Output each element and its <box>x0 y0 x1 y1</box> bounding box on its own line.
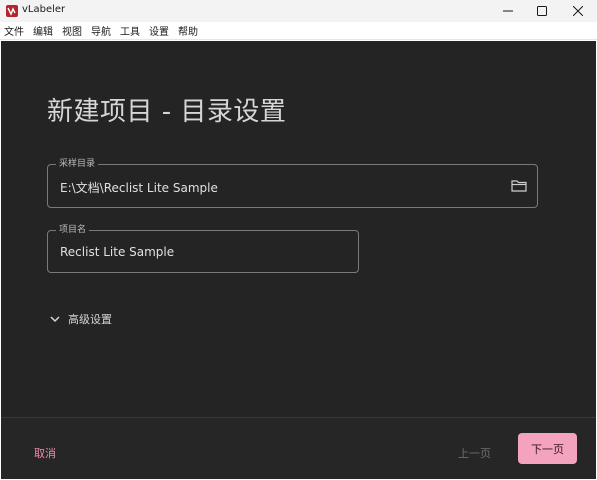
page-title: 新建项目 - 目录设置 <box>47 97 287 127</box>
window-title: vLabeler <box>22 4 66 15</box>
maximize-icon <box>537 6 547 16</box>
title-bar: vLabeler <box>0 0 597 22</box>
app-logo-icon <box>6 5 18 17</box>
folder-icon <box>511 179 527 192</box>
minimize-icon <box>503 10 513 12</box>
footer-bar <box>1 418 596 479</box>
previous-page-button[interactable]: 上一页 <box>458 445 491 461</box>
minimize-button[interactable] <box>490 0 526 22</box>
advanced-settings-label: 高级设置 <box>68 313 112 326</box>
menu-navigate[interactable]: 导航 <box>91 23 111 38</box>
cancel-button[interactable]: 取消 <box>34 445 56 461</box>
menu-help[interactable]: 帮助 <box>178 23 198 38</box>
project-name-field[interactable]: 项目名 Reclist Lite Sample <box>47 224 359 273</box>
main-content: 新建项目 - 目录设置 采样目录 E:\文档\Reclist Lite Samp… <box>1 41 596 479</box>
next-page-label: 下一页 <box>531 442 564 456</box>
menu-view[interactable]: 视图 <box>62 23 82 38</box>
menu-bar: 文件 编辑 视图 导航 工具 设置 帮助 <box>0 22 597 40</box>
menu-edit[interactable]: 编辑 <box>33 23 53 38</box>
sample-directory-field[interactable]: 采样目录 E:\文档\Reclist Lite Sample <box>47 158 538 208</box>
project-name-label: 项目名 <box>56 224 90 236</box>
advanced-settings-toggle[interactable]: 高级设置 <box>50 311 112 327</box>
project-name-input[interactable]: Reclist Lite Sample <box>60 245 174 259</box>
browse-folder-button[interactable] <box>510 177 528 193</box>
maximize-button[interactable] <box>524 0 560 22</box>
menu-settings[interactable]: 设置 <box>149 23 169 38</box>
next-page-button[interactable]: 下一页 <box>518 433 577 464</box>
close-button[interactable] <box>560 0 596 22</box>
menu-tools[interactable]: 工具 <box>120 23 140 38</box>
sample-directory-input[interactable]: E:\文档\Reclist Lite Sample <box>60 179 218 196</box>
chevron-down-icon <box>50 315 60 322</box>
sample-directory-label: 采样目录 <box>56 158 99 170</box>
menu-file[interactable]: 文件 <box>4 23 24 38</box>
close-icon <box>573 6 583 16</box>
